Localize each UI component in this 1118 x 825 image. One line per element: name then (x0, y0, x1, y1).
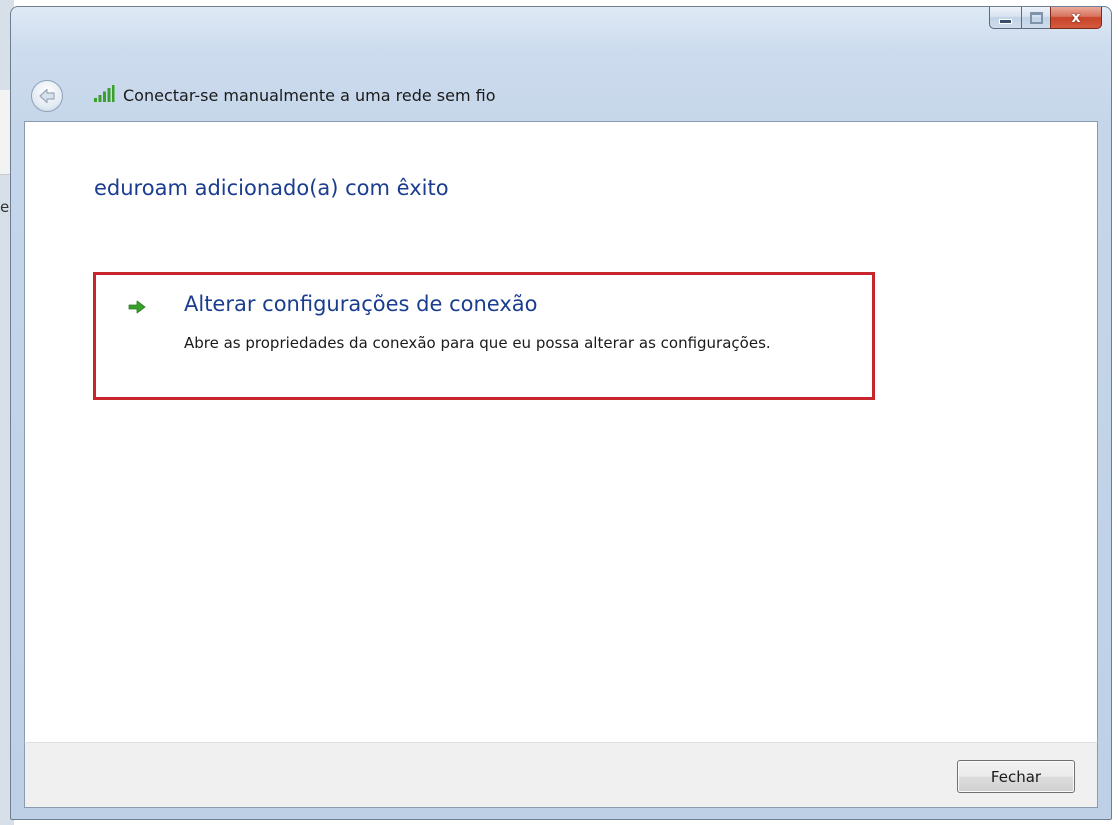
green-arrow-icon (128, 300, 146, 314)
background-partial-text: e (0, 198, 10, 216)
maximize-icon (1029, 11, 1043, 24)
success-heading: eduroam adicionado(a) com êxito (94, 176, 449, 200)
wireless-signal-icon (94, 85, 115, 102)
window-title: Conectar-se manualmente a uma rede sem f… (123, 86, 496, 105)
close-window-button[interactable]: x (1050, 7, 1102, 29)
back-button[interactable] (31, 80, 63, 112)
navigation-bar: Conectar-se manualmente a uma rede sem f… (11, 69, 1111, 119)
close-button[interactable]: Fechar (957, 760, 1075, 793)
close-icon: x (1071, 9, 1081, 26)
maximize-button[interactable] (1021, 7, 1050, 29)
window-controls: x (989, 7, 1102, 33)
footer-bar: Fechar (24, 742, 1098, 808)
minimize-button[interactable] (989, 7, 1021, 29)
minimize-icon (999, 19, 1012, 24)
option-description: Abre as propriedades da conexão para que… (184, 334, 771, 352)
content-panel: eduroam adicionado(a) com êxito Alterar … (24, 121, 1098, 742)
back-arrow-icon (39, 88, 55, 104)
dialog-window: x Conectar-se manualmente a uma rede sem… (10, 6, 1112, 820)
option-title: Alterar configurações de conexão (184, 292, 538, 316)
